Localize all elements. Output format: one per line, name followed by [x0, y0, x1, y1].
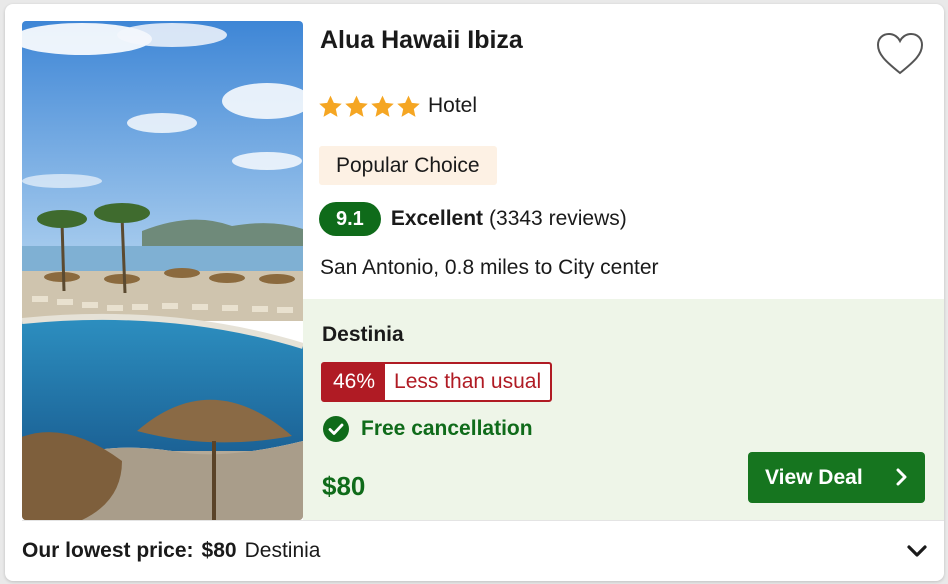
lowest-price-label: Our lowest price: [22, 539, 194, 562]
star-rating: Hotel [318, 92, 477, 120]
star-icon [345, 95, 368, 117]
hotel-type: Hotel [428, 94, 478, 117]
discount-badge: 46% Less than usual [321, 362, 553, 402]
chevron-down-icon[interactable] [905, 542, 929, 560]
view-deal-button[interactable]: View Deal [748, 452, 925, 503]
free-cancellation: Free cancellation [322, 415, 533, 443]
lowest-price-provider: Destinia [244, 539, 321, 562]
check-circle-icon [323, 416, 349, 442]
deal-price: $80 [322, 471, 366, 501]
lowest-price-amount: $80 [201, 539, 237, 562]
divider [22, 520, 944, 521]
rating-score: 9.1 [319, 202, 381, 236]
guest-rating[interactable]: 9.1 Excellent (3343 reviews) [319, 202, 627, 236]
popular-choice-badge: Popular Choice [319, 146, 497, 185]
lowest-price-row[interactable]: Our lowest price: $80 Destinia [22, 536, 320, 566]
deal-panel[interactable]: Destinia 46% Less than usual Free cancel… [303, 299, 944, 520]
free-cancellation-label: Free cancellation [361, 417, 533, 440]
star-icon [371, 95, 394, 117]
hotel-card[interactable]: Alua Hawaii Ibiza Hotel Popular Choice 9… [5, 4, 944, 581]
hotel-name[interactable]: Alua Hawaii Ibiza [320, 26, 523, 55]
discount-label: Less than usual [394, 370, 542, 393]
hotel-photo[interactable] [22, 21, 303, 520]
star-icon [319, 95, 342, 117]
star-icon [397, 95, 420, 117]
rating-word: Excellent [390, 207, 484, 230]
deal-provider: Destinia [322, 323, 404, 346]
hotel-location: San Antonio, 0.8 miles to City center [320, 256, 659, 279]
discount-percent: 46% [323, 364, 386, 400]
review-count[interactable]: (3343 reviews) [489, 207, 627, 231]
view-deal-label: View Deal [765, 465, 863, 489]
chevron-right-icon [896, 468, 907, 486]
favorite-heart-icon[interactable] [875, 31, 925, 77]
